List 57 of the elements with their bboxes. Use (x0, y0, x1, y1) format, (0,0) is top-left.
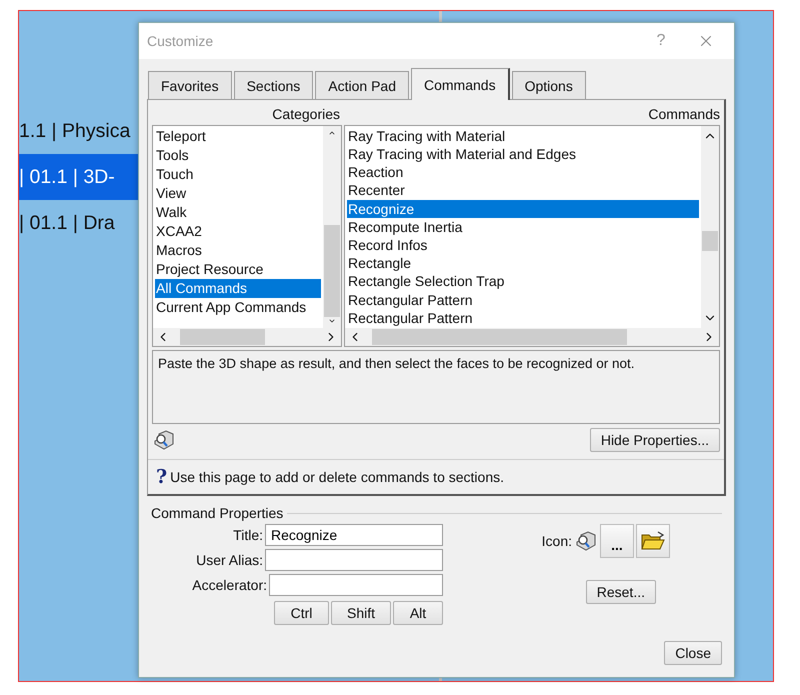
list-item[interactable]: Tools (155, 146, 321, 165)
folder-icon (641, 531, 665, 551)
scrollbar-thumb[interactable] (702, 230, 718, 251)
field-label: Title: (233, 527, 263, 543)
list-item[interactable]: Reaction (347, 163, 699, 182)
list-item[interactable]: Project Resource (155, 260, 321, 279)
list-item[interactable]: Record Infos (347, 236, 699, 254)
list-item[interactable]: Touch (155, 164, 321, 184)
list-item[interactable]: Teleport (155, 126, 321, 146)
close-button[interactable]: Close (664, 641, 722, 665)
scrollbar-thumb[interactable] (372, 328, 627, 345)
group-legend: Command Properties (151, 505, 284, 521)
hint-text: Use this page to add or delete commands to sections. (170, 469, 504, 485)
window-title: Customize (147, 33, 214, 49)
list-item[interactable]: Current App Commands (155, 298, 321, 317)
modifier-button[interactable]: Shift (331, 601, 391, 625)
list-item[interactable]: All Commands (155, 278, 321, 298)
scrollbar-thumb[interactable] (180, 328, 265, 345)
list-item[interactable]: Recompute Inertia (347, 218, 699, 236)
list-box[interactable]: Teleport Tools Touch View Walk XCAA2 Macros Project Resource All Commands Current App Commands (152, 124, 342, 347)
list-item[interactable]: Rectangular Pattern (347, 308, 699, 327)
list-item[interactable]: Recenter (347, 181, 699, 200)
hide-properties-button[interactable]: Hide Properties... (590, 428, 720, 452)
list-item[interactable]: Rectangle (347, 254, 699, 272)
field-label: User Alias: (196, 552, 263, 568)
tab[interactable]: Favorites (148, 71, 232, 99)
input-field[interactable] (269, 574, 443, 596)
list-item[interactable]: XCAA2 (155, 222, 321, 241)
field-label: Accelerator: (192, 577, 267, 593)
list-item[interactable]: Rectangular Pattern (347, 290, 699, 309)
list-item[interactable]: Macros (155, 240, 321, 260)
list-item[interactable]: View (155, 184, 321, 203)
list-item[interactable]: Walk (155, 202, 321, 222)
list-item[interactable]: Rectangle Selection Trap (347, 272, 699, 291)
tab[interactable]: Sections (234, 71, 314, 99)
column-header: Categories (272, 106, 340, 122)
list-item[interactable]: Ray Tracing with Material (347, 126, 699, 146)
column-header: Commands (648, 106, 720, 122)
input-field[interactable] (265, 549, 443, 571)
tab[interactable]: Commands (411, 68, 510, 100)
help-mark: ? (156, 466, 168, 488)
shape-icon (152, 428, 176, 452)
scrollbar-thumb[interactable] (324, 224, 340, 317)
list-item[interactable]: Recognize (347, 200, 699, 218)
tab[interactable]: Action Pad (315, 71, 409, 99)
icon-label: Icon: (542, 533, 572, 549)
reset-button[interactable]: Reset... (586, 580, 656, 604)
browse-button[interactable]: ... (600, 524, 634, 558)
modifier-button[interactable]: Ctrl (274, 601, 329, 625)
list-box[interactable]: Ray Tracing with Material Ray Tracing with Material and Edges Reaction Recenter Recognize Recompute Inertia Record Infos Rectangle Rectangle Selection Trap Rectangular Pattern Rectangular Pattern (344, 124, 720, 347)
tab[interactable]: Options (512, 71, 586, 99)
command-icon (574, 529, 598, 553)
input-field[interactable]: Recognize (265, 524, 443, 546)
list-item[interactable]: Ray Tracing with Material and Edges (347, 145, 699, 164)
open-folder-button[interactable] (636, 524, 670, 558)
description-text: Paste the 3D shape as result, and then select the faces to be recognized or not. (152, 350, 720, 424)
modifier-button[interactable]: Alt (393, 601, 443, 625)
